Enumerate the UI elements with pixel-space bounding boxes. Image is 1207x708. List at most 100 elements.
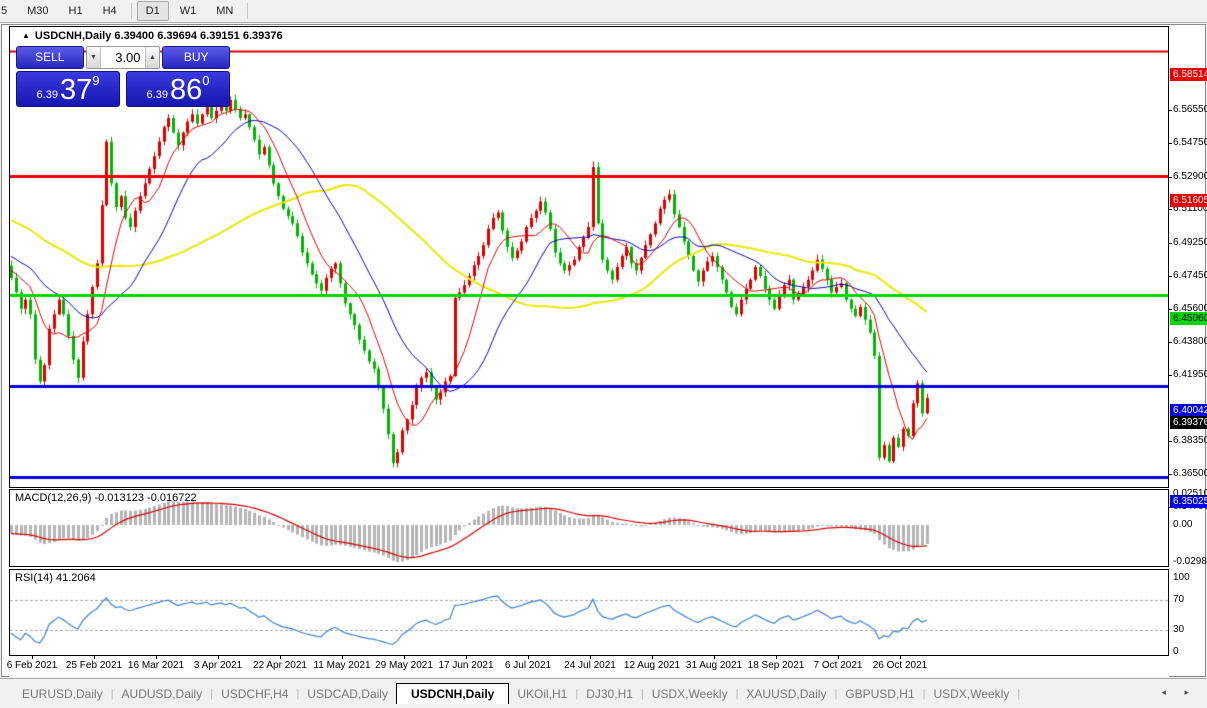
chart-tab-eurusd-daily-0[interactable]: EURUSD,Daily	[14, 684, 111, 704]
date-tick-mark	[900, 656, 901, 659]
date-tick-label: 24 Jul 2021	[564, 660, 616, 671]
date-tick-mark	[466, 656, 467, 659]
sell-price-main: 37	[59, 74, 93, 106]
date-tick-label: 6 Jul 2021	[504, 660, 552, 671]
date-tick-mark	[342, 656, 343, 659]
timeframe-button-5[interactable]: 5	[0, 1, 16, 21]
date-tick-mark	[94, 656, 95, 659]
rsi-canvas[interactable]	[10, 570, 1168, 655]
buy-price-display[interactable]: 6.39 86 0	[126, 71, 230, 107]
price-tick-mark	[1169, 209, 1172, 210]
date-tick-label: 3 Apr 2021	[193, 660, 243, 671]
date-tick-label: 11 May 2021	[313, 660, 371, 671]
tab-scroll-arrows[interactable]: ◂ ▸	[1161, 687, 1207, 704]
chart-tab-dj30-h1-6[interactable]: DJ30,H1	[578, 684, 641, 704]
price-level-badge: 6.51605	[1170, 194, 1207, 207]
price-level-badge: 6.45060	[1170, 312, 1207, 325]
chart-tab-ukoil-h1-5[interactable]: UKOil,H1	[509, 684, 575, 704]
rsi-scale-label: 0	[1173, 646, 1179, 657]
price-tick-label: 6.36500	[1173, 468, 1207, 479]
price-tick-label: 6.41950	[1173, 369, 1207, 380]
date-tick-mark	[528, 656, 529, 659]
collapse-panel-icon[interactable]: ▲	[22, 31, 30, 40]
chart-tab-usdx-weekly-10[interactable]: USDX,Weekly	[926, 684, 1018, 704]
date-tick-label: 6 Feb 2021	[6, 660, 58, 671]
price-tick-mark	[1169, 143, 1172, 144]
date-tick-mark	[776, 656, 777, 659]
timeframe-button-m30[interactable]: M30	[18, 1, 57, 21]
sell-price-display[interactable]: 6.39 37 9	[16, 71, 120, 107]
rsi-scale-label: 100	[1173, 572, 1190, 583]
price-tick-mark	[1169, 441, 1172, 442]
date-tick-mark	[156, 656, 157, 659]
price-tick-label: 6.49250	[1173, 237, 1207, 248]
timeframe-button-d1[interactable]: D1	[136, 1, 169, 21]
date-tick-mark	[590, 656, 591, 659]
date-tick-mark	[218, 656, 219, 659]
chart-tab-usdcad-daily-3[interactable]: USDCAD,Daily	[299, 684, 396, 704]
price-tick-mark	[1169, 309, 1172, 310]
timeframe-toolbar: 5 M30 H1 H4 D1 W1 MN	[0, 0, 1207, 23]
chart-tab-audusd-daily-1[interactable]: AUDUSD,Daily	[114, 684, 211, 704]
main-chart-panel[interactable]: ▲ USDCNH,Daily 6.39400 6.39694 6.39151 6.…	[9, 26, 1169, 488]
price-axis[interactable]: 6.56550 6.54750 6.52900 6.51100 6.49250 6.474…	[1169, 25, 1207, 678]
date-tick-label: 26 Oct 2021	[872, 660, 928, 671]
date-axis[interactable]: 6 Feb 2021 25 Feb 2021 16 Mar 2021 3 Apr 20…	[7, 656, 1169, 677]
price-tick-mark	[1169, 375, 1172, 376]
volume-decrease-icon[interactable]: ▼	[86, 47, 102, 68]
chart-tab-bar: EURUSD,Daily | AUDUSD,Daily | USDCHF,H4 | USDC…	[0, 678, 1207, 705]
timeframe-button-h4[interactable]: H4	[94, 1, 126, 21]
rsi-label: RSI(14) 41.2064	[15, 572, 96, 584]
date-tick-mark	[32, 656, 33, 659]
rsi-scale-label: 70	[1173, 594, 1185, 605]
sell-price-pip: 9	[92, 73, 100, 88]
volume-input[interactable]: 3.00	[101, 47, 144, 68]
chart-tab-usdx-weekly-7[interactable]: USDX,Weekly	[644, 684, 736, 704]
chart-symbol-label: USDCNH,Daily	[34, 30, 112, 42]
timeframe-button-mn[interactable]: MN	[207, 1, 242, 21]
tab-separator: |	[1017, 688, 1021, 700]
date-tick-label: 22 Apr 2021	[253, 660, 307, 671]
price-tick-label: 6.38350	[1173, 435, 1207, 446]
price-tick-mark	[1169, 243, 1172, 244]
price-tick-mark	[1169, 342, 1172, 343]
timeframe-button-h1[interactable]: H1	[60, 1, 92, 21]
chart-tab-gbpusd-h1-9[interactable]: GBPUSD,H1	[837, 684, 922, 704]
buy-button[interactable]: BUY	[162, 46, 230, 69]
toolbar-separator	[247, 3, 249, 19]
timeframe-button-w1[interactable]: W1	[171, 1, 206, 21]
chart-title: ▲ USDCNH,Daily 6.39400 6.39694 6.39151 6.…	[22, 30, 283, 42]
price-tick-mark	[1169, 177, 1172, 178]
macd-scale-label: 0.00	[1173, 519, 1193, 530]
date-tick-label: 25 Feb 2021	[65, 660, 123, 671]
volume-box: ▼ 3.00 ▲	[85, 46, 161, 69]
one-click-trade-panel: SELL ▼ 3.00 ▲ BUY 6.39 37 9 6.39 86 0	[16, 46, 230, 107]
macd-indicator-panel[interactable]: MACD(12,26,9) -0.013123 -0.016722	[9, 489, 1169, 567]
chart-tab-usdcnh-daily-4[interactable]: USDCNH,Daily	[395, 683, 510, 705]
date-tick-mark	[280, 656, 281, 659]
macd-scale-label: 0.02510	[1173, 488, 1207, 499]
sell-price-prefix: 6.39	[36, 89, 58, 101]
rsi-indicator-panel[interactable]: RSI(14) 41.2064	[9, 569, 1169, 656]
buy-price-pip: 0	[202, 73, 210, 88]
price-tick-label: 6.47450	[1173, 270, 1207, 281]
volume-increase-icon[interactable]: ▲	[144, 47, 160, 68]
price-level-badge: 6.58514	[1170, 68, 1207, 81]
buy-price-prefix: 6.39	[146, 89, 168, 101]
date-tick-label: 18 Sep 2021	[747, 660, 805, 671]
chart-ohlc-values: 6.39400 6.39694 6.39151 6.39376	[114, 30, 283, 42]
date-tick-label: 29 May 2021	[375, 660, 433, 671]
sell-button[interactable]: SELL	[16, 46, 84, 69]
date-tick-mark	[404, 656, 405, 659]
chart-window: ▲ USDCNH,Daily 6.39400 6.39694 6.39151 6.…	[1, 24, 1207, 678]
date-tick-mark	[652, 656, 653, 659]
chart-tab-xauusd-daily-8[interactable]: XAUUSD,Daily	[738, 684, 834, 704]
macd-scale-label: -0.02988	[1173, 556, 1207, 567]
date-tick-label: 7 Oct 2021	[813, 660, 863, 671]
date-tick-label: 17 Jun 2021	[438, 660, 494, 671]
price-tick-mark	[1169, 474, 1172, 475]
buy-price-main: 86	[169, 74, 203, 106]
date-tick-label: 31 Aug 2021	[685, 660, 743, 671]
rsi-scale-label: 30	[1173, 624, 1185, 635]
chart-tab-usdchf-h4-2[interactable]: USDCHF,H4	[213, 684, 296, 704]
